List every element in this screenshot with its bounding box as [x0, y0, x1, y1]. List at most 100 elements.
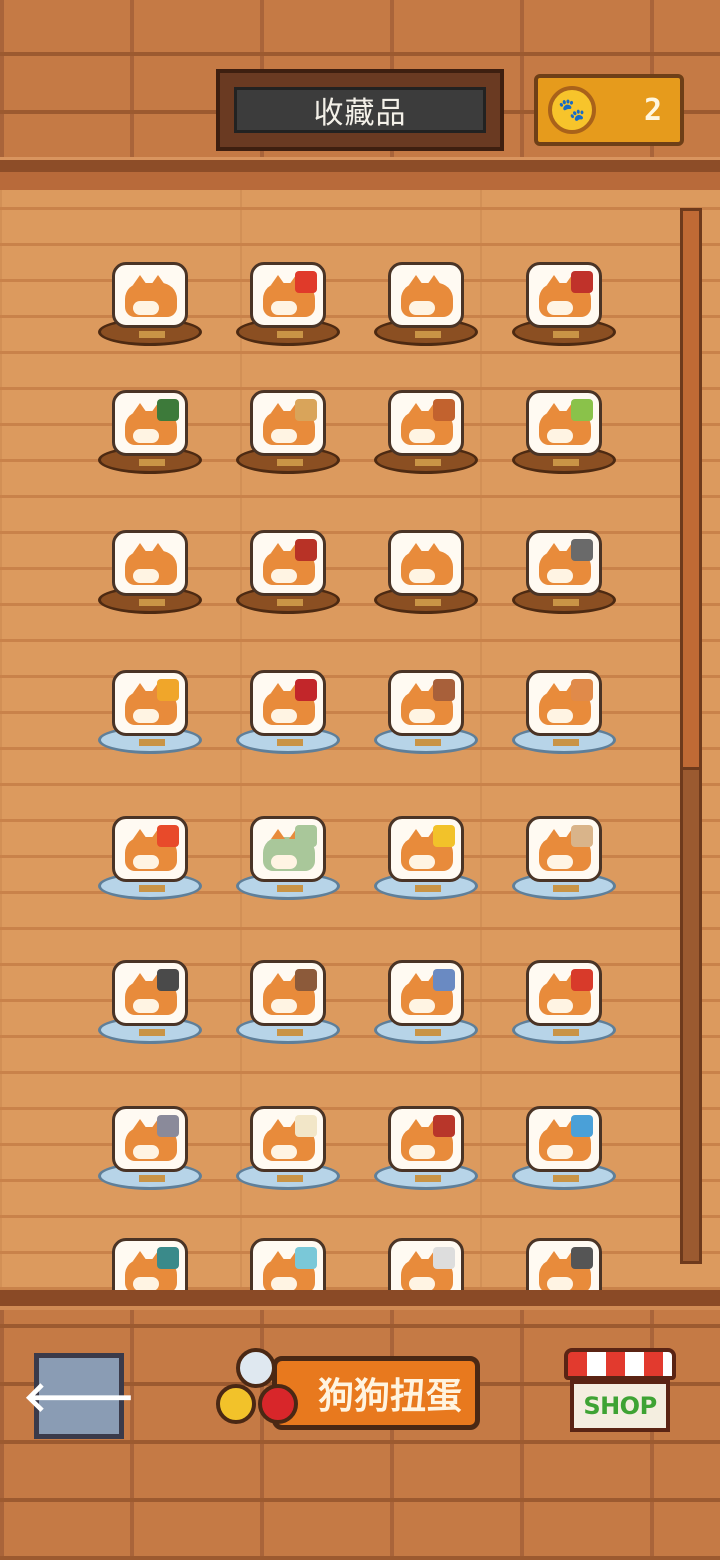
- back-button[interactable]: 🡐: [23, 1353, 135, 1439]
- shiba-belly: [133, 569, 159, 583]
- acrylic-figure: [388, 1238, 464, 1290]
- furniture-prop-icon: [157, 969, 179, 991]
- acrylic-figure: [526, 960, 602, 1026]
- collectible-shiba-on-cushion[interactable]: [504, 930, 624, 1050]
- collectible-cake-table[interactable]: [228, 1076, 348, 1196]
- acrylic-figure: [250, 530, 326, 596]
- shiba-belly: [409, 301, 435, 315]
- collectible-shiba-with-laptop[interactable]: [504, 500, 624, 620]
- furniture-prop-icon: [157, 825, 179, 847]
- acrylic-figure: [112, 960, 188, 1026]
- collectible-shiba-with-bubble[interactable]: [228, 1208, 348, 1290]
- furniture-prop-icon: [571, 539, 593, 561]
- furniture-prop-icon: [295, 1115, 317, 1137]
- furniture-prop-icon: [157, 1247, 179, 1269]
- shiba-belly: [271, 709, 297, 723]
- shop-sign: SHOP: [570, 1380, 670, 1432]
- furniture-prop-icon: [295, 1247, 317, 1269]
- acrylic-figure: [250, 670, 326, 736]
- acrylic-figure: [388, 530, 464, 596]
- furniture-prop-icon: [295, 825, 317, 847]
- shiba-belly: [271, 301, 297, 315]
- scrollbar-thumb[interactable]: [680, 208, 702, 770]
- shop-button[interactable]: SHOP: [564, 1348, 676, 1436]
- furniture-prop-icon: [295, 679, 317, 701]
- shiba-belly: [271, 855, 297, 869]
- collectible-shiba-on-couch[interactable]: [504, 640, 624, 760]
- collectible-shiba-with-speaker[interactable]: [90, 930, 210, 1050]
- collectible-boy-with-shiba[interactable]: [90, 1076, 210, 1196]
- acrylic-figure: [250, 390, 326, 456]
- collectible-round-window[interactable]: [366, 640, 486, 760]
- acrylic-figure: [388, 390, 464, 456]
- acrylic-figure: [526, 816, 602, 882]
- collectible-shiba-with-tower[interactable]: [366, 1076, 486, 1196]
- page-title-plate: 收藏品: [234, 87, 486, 133]
- furniture-prop-icon: [433, 679, 455, 701]
- collectible-tv-console[interactable]: [90, 786, 210, 906]
- collectible-framed-portrait[interactable]: [228, 232, 348, 352]
- acrylic-figure: [112, 670, 188, 736]
- shiba-belly: [133, 855, 159, 869]
- collectible-mirror-cat[interactable]: [504, 786, 624, 906]
- shiba-belly: [547, 855, 573, 869]
- gacha-button[interactable]: 狗狗扭蛋: [212, 1348, 482, 1438]
- back-arrow-icon: 🡐: [22, 1371, 136, 1421]
- furniture-prop-icon: [433, 1115, 455, 1137]
- furniture-prop-icon: [571, 399, 593, 421]
- collectible-tv-cabinet[interactable]: [228, 930, 348, 1050]
- shiba-belly: [547, 999, 573, 1013]
- shiba-belly: [409, 709, 435, 723]
- gacha-label-plate: 狗狗扭蛋: [272, 1356, 480, 1430]
- acrylic-figure: [112, 262, 188, 328]
- furniture-prop-icon: [433, 825, 455, 847]
- acrylic-figure: [526, 1238, 602, 1290]
- shiba-belly: [133, 709, 159, 723]
- shiba-belly: [271, 1277, 297, 1290]
- collectible-shiba-on-red-sofa[interactable]: [228, 640, 348, 760]
- collectible-shiba-happy[interactable]: [366, 500, 486, 620]
- collectible-shiba-at-desk[interactable]: [366, 1208, 486, 1290]
- furniture-prop-icon: [157, 399, 179, 421]
- acrylic-figure: [250, 816, 326, 882]
- acrylic-figure: [250, 1238, 326, 1290]
- collectible-shiba-with-hat[interactable]: [228, 500, 348, 620]
- shiba-belly: [409, 1277, 435, 1290]
- shop-label: SHOP: [583, 1392, 657, 1420]
- shop-awning-icon: [564, 1348, 676, 1380]
- furniture-prop-icon: [295, 399, 317, 421]
- collectible-wardrobe[interactable]: [366, 360, 486, 480]
- collectible-shiba-with-bowl[interactable]: [504, 232, 624, 352]
- acrylic-figure: [250, 1106, 326, 1172]
- acrylic-figure: [388, 1106, 464, 1172]
- furniture-prop-icon: [571, 1247, 593, 1269]
- collectible-shiba-with-aquarium[interactable]: [366, 930, 486, 1050]
- collectible-shiba-sleeping[interactable]: [90, 500, 210, 620]
- furniture-prop-icon: [295, 539, 317, 561]
- acrylic-figure: [112, 530, 188, 596]
- shiba-belly: [133, 1277, 159, 1290]
- furniture-prop-icon: [157, 1115, 179, 1137]
- acrylic-figure: [250, 960, 326, 1026]
- collectible-shiba-with-cactus[interactable]: [90, 360, 210, 480]
- shiba-belly: [271, 429, 297, 443]
- collectible-lamp-stand[interactable]: [228, 360, 348, 480]
- collectible-arched-door[interactable]: [504, 1208, 624, 1290]
- page-title: 收藏品: [313, 96, 407, 131]
- collectible-green-cat[interactable]: [228, 786, 348, 906]
- acrylic-figure: [388, 816, 464, 882]
- capsule-icon: [236, 1348, 276, 1388]
- collectible-shiba-sitting[interactable]: [366, 232, 486, 352]
- acrylic-figure: [388, 670, 464, 736]
- collectible-shiba-standing[interactable]: [90, 232, 210, 352]
- page-title-frame: 收藏品: [216, 69, 504, 151]
- collectible-shiba-under-table[interactable]: [504, 360, 624, 480]
- collection-panel[interactable]: [0, 190, 720, 1290]
- acrylic-figure: [388, 262, 464, 328]
- collectible-shiba-on-armchair[interactable]: [90, 640, 210, 760]
- collectible-shiba-with-capsules[interactable]: [504, 1076, 624, 1196]
- acrylic-figure: [112, 1106, 188, 1172]
- collectible-shiba-in-bathtub[interactable]: [90, 1208, 210, 1290]
- collectible-computer-monitor[interactable]: [366, 786, 486, 906]
- shiba-belly: [271, 999, 297, 1013]
